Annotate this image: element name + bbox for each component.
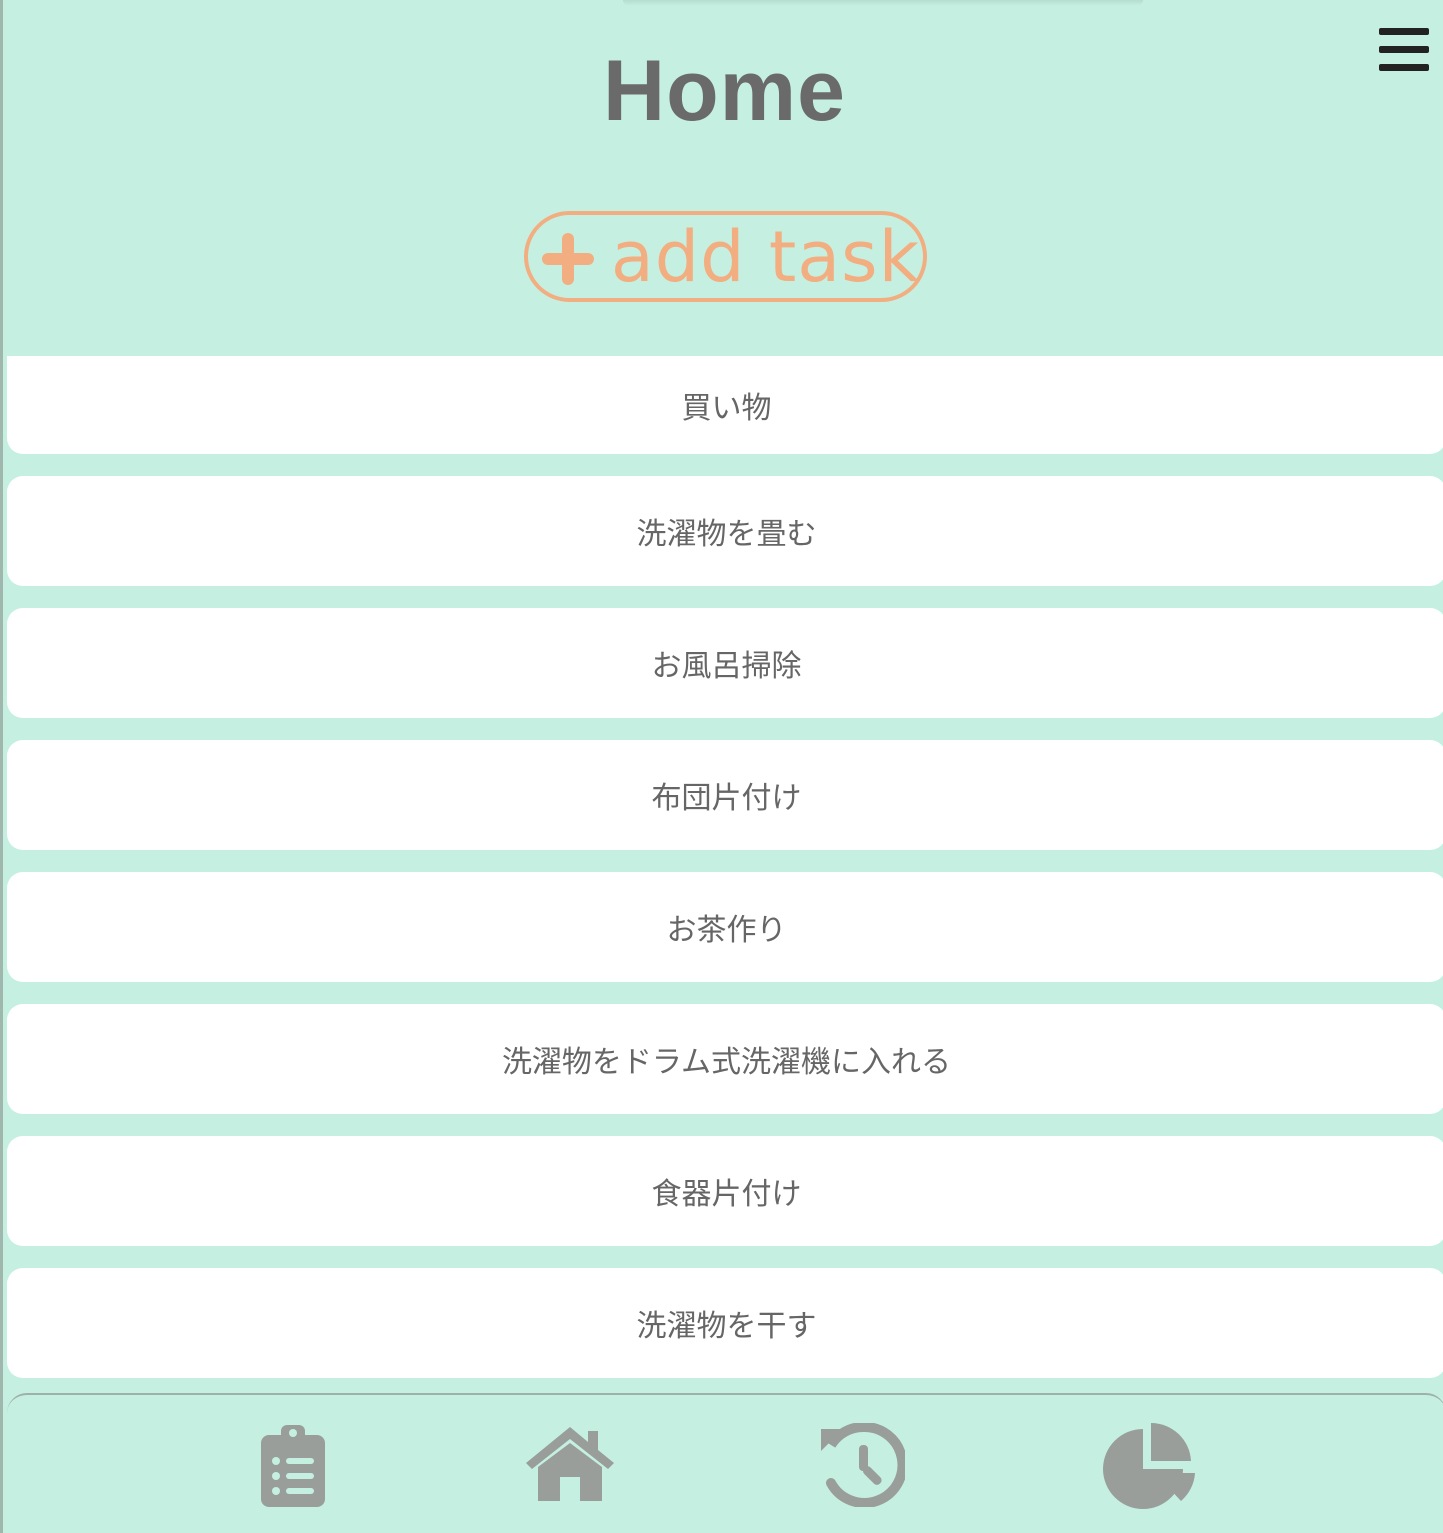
app-screen: Home add task 買い物 洗濯物を畳む お風呂掃除 布団片付け お茶作…	[0, 0, 1443, 1533]
task-item[interactable]: お茶作り	[7, 872, 1443, 982]
task-item[interactable]: 布団片付け	[7, 740, 1443, 850]
plus-icon	[542, 233, 594, 285]
add-task-button[interactable]: add task	[524, 211, 927, 302]
task-item[interactable]: 洗濯物を干す	[7, 1268, 1443, 1378]
pie-chart-icon[interactable]	[1101, 1421, 1197, 1511]
task-item[interactable]: 食器片付け	[7, 1136, 1443, 1246]
home-icon[interactable]	[522, 1423, 618, 1503]
bottom-navigation	[7, 1393, 1443, 1533]
task-item[interactable]: お風呂掃除	[7, 608, 1443, 718]
task-item[interactable]: 洗濯物をドラム式洗濯機に入れる	[7, 1004, 1443, 1114]
task-item[interactable]: 洗濯物を畳む	[7, 476, 1443, 586]
top-shadow	[623, 0, 1143, 6]
history-icon[interactable]	[819, 1423, 905, 1507]
add-task-label: add task	[610, 215, 921, 298]
clipboard-list-icon[interactable]	[259, 1423, 327, 1509]
hamburger-menu-icon[interactable]	[1379, 28, 1429, 74]
page-title: Home	[603, 43, 846, 139]
task-item[interactable]: 買い物	[7, 356, 1443, 454]
